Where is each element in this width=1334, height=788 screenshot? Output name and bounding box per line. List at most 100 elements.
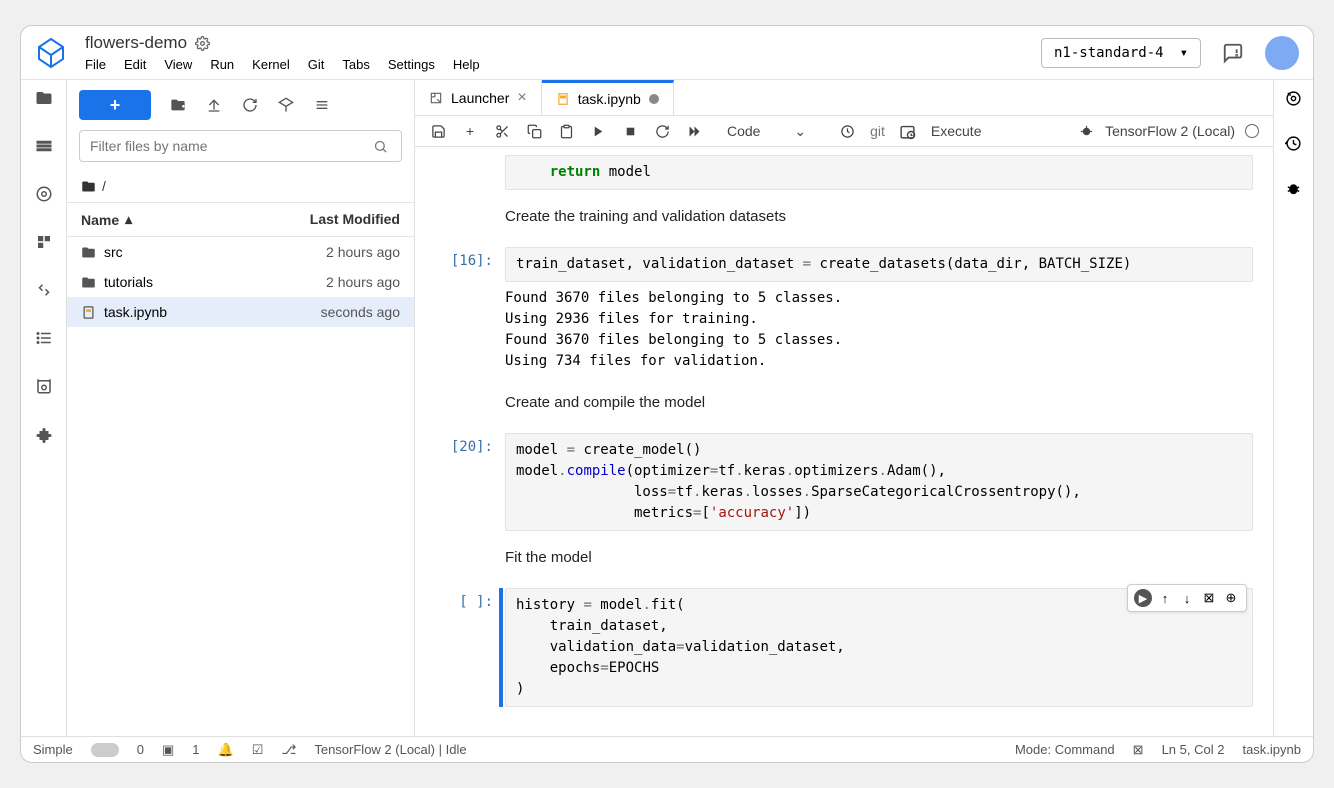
git-label[interactable]: git [870,123,885,139]
git-icon[interactable] [34,184,54,204]
check-icon[interactable]: ☑ [252,742,264,758]
terminal-icon[interactable]: ▣ [162,742,174,758]
launcher-icon [429,91,443,105]
move-up-icon[interactable]: ↑ [1156,589,1174,607]
app-window: flowers-demo FileEditViewRunKernelGitTab… [20,25,1314,763]
status-kernel[interactable]: TensorFlow 2 (Local) | Idle [314,742,466,757]
markdown-cell[interactable]: Create and compile the model [435,384,1253,425]
running-icon[interactable] [34,136,54,156]
status-simple[interactable]: Simple [33,742,73,757]
branch-icon[interactable]: ⎇ [281,742,296,758]
menu-settings[interactable]: Settings [388,57,435,72]
upload-icon[interactable] [205,96,223,114]
status-count-0[interactable]: 0 [137,742,144,757]
file-row[interactable]: tutorials2 hours ago [67,267,414,297]
commands-icon[interactable] [34,232,54,252]
column-modified[interactable]: Last Modified [310,211,400,228]
clock-icon[interactable] [838,122,856,140]
menu-edit[interactable]: Edit [124,57,146,72]
refresh-icon[interactable] [241,96,259,114]
file-browser: + / Name [67,80,415,736]
run-icon[interactable] [589,122,607,140]
code-cell[interactable]: [16]: train_dataset, validation_dataset … [435,247,1253,376]
chevron-down-icon: ▾ [1180,45,1188,61]
kernel-name[interactable]: TensorFlow 2 (Local) [1105,123,1235,139]
tab-launcher[interactable]: Launcher× [415,80,542,115]
history-icon[interactable] [1285,135,1302,152]
list-view-icon[interactable] [313,96,331,114]
bug-icon[interactable] [1077,122,1095,140]
menu-tabs[interactable]: Tabs [342,57,369,72]
execute-button[interactable]: Execute [931,123,982,139]
menu-git[interactable]: Git [308,57,325,72]
toggle-switch[interactable] [91,743,119,757]
markdown-cell[interactable]: Fit the model [435,539,1253,580]
close-icon[interactable]: × [517,89,526,107]
notebook-body[interactable]: return model Create the training and val… [415,147,1273,736]
file-list-header: Name ▴ Last Modified [67,202,414,237]
run-cell-icon[interactable]: ▶ [1134,589,1152,607]
menu-file[interactable]: File [85,57,106,72]
column-name[interactable]: Name [81,212,119,228]
zoom-icon[interactable]: ⊕ [1222,589,1240,607]
dirty-indicator-icon [649,94,659,104]
menu-kernel[interactable]: Kernel [252,57,290,72]
restart-icon[interactable] [653,122,671,140]
notebook-trust-icon[interactable]: ⊠ [1133,742,1144,758]
status-file[interactable]: task.ipynb [1242,742,1301,758]
status-count-1[interactable]: 1 [192,742,199,757]
move-down-icon[interactable]: ↓ [1178,589,1196,607]
executions-icon[interactable] [34,376,54,396]
code-cell[interactable]: return model [435,155,1253,190]
breadcrumb[interactable]: / [67,170,414,202]
notebook-icon [81,305,96,320]
file-filter-input[interactable] [79,130,402,162]
notification-icon[interactable]: 🔔 [218,742,234,758]
cell-output: Found 3670 files belonging to 5 classes.… [505,282,1253,376]
status-mode[interactable]: Mode: Command [1015,742,1115,758]
status-position[interactable]: Ln 5, Col 2 [1162,742,1225,758]
menu-view[interactable]: View [164,57,192,72]
menu-run[interactable]: Run [210,57,234,72]
git-clone-icon[interactable] [277,96,295,114]
list-icon[interactable] [34,328,54,348]
new-folder-icon[interactable] [169,96,187,114]
add-cell-icon[interactable]: + [461,122,479,140]
gear-icon[interactable] [195,36,210,51]
vm-type-selector[interactable]: n1-standard-4 ▾ [1041,38,1201,68]
delete-cell-icon[interactable]: ⊠ [1200,589,1218,607]
stop-icon[interactable] [621,122,639,140]
cell-type-selector[interactable]: Code ⌄ [717,123,824,140]
notebook-icon [556,92,570,106]
tab-task-ipynb[interactable]: task.ipynb [542,80,674,115]
toc-icon[interactable] [34,280,54,300]
code-cell[interactable]: [20]: model = create_model() model.compi… [435,433,1253,531]
paste-icon[interactable] [557,122,575,140]
extension-icon[interactable] [34,424,54,444]
vertex-logo-icon [35,37,67,69]
tab-bar: Launcher×task.ipynb [415,80,1273,116]
folder-icon [81,179,96,194]
user-avatar[interactable] [1265,36,1299,70]
vm-type-label: n1-standard-4 [1054,45,1164,61]
notebook-panel: Launcher×task.ipynb + Code ⌄ git Execute [415,80,1273,736]
markdown-cell[interactable]: Create the training and validation datas… [435,198,1253,239]
debug-icon[interactable] [1285,180,1302,197]
folder-icon[interactable] [34,88,54,108]
settings-icon[interactable] [1285,90,1302,107]
file-toolbar: + [67,80,414,130]
kernel-indicator-icon[interactable] [1245,124,1259,138]
cell-prompt: [ ]: [435,588,505,707]
cell-prompt: [20]: [435,433,505,531]
run-all-icon[interactable] [685,122,703,140]
comment-icon[interactable] [1219,39,1247,67]
schedule-icon[interactable] [899,122,917,140]
copy-icon[interactable] [525,122,543,140]
file-row[interactable]: task.ipynbseconds ago [67,297,414,327]
save-icon[interactable] [429,122,447,140]
cut-icon[interactable] [493,122,511,140]
folder-icon [81,275,96,290]
file-row[interactable]: src2 hours ago [67,237,414,267]
new-launcher-button[interactable]: + [79,90,151,120]
menu-help[interactable]: Help [453,57,480,72]
